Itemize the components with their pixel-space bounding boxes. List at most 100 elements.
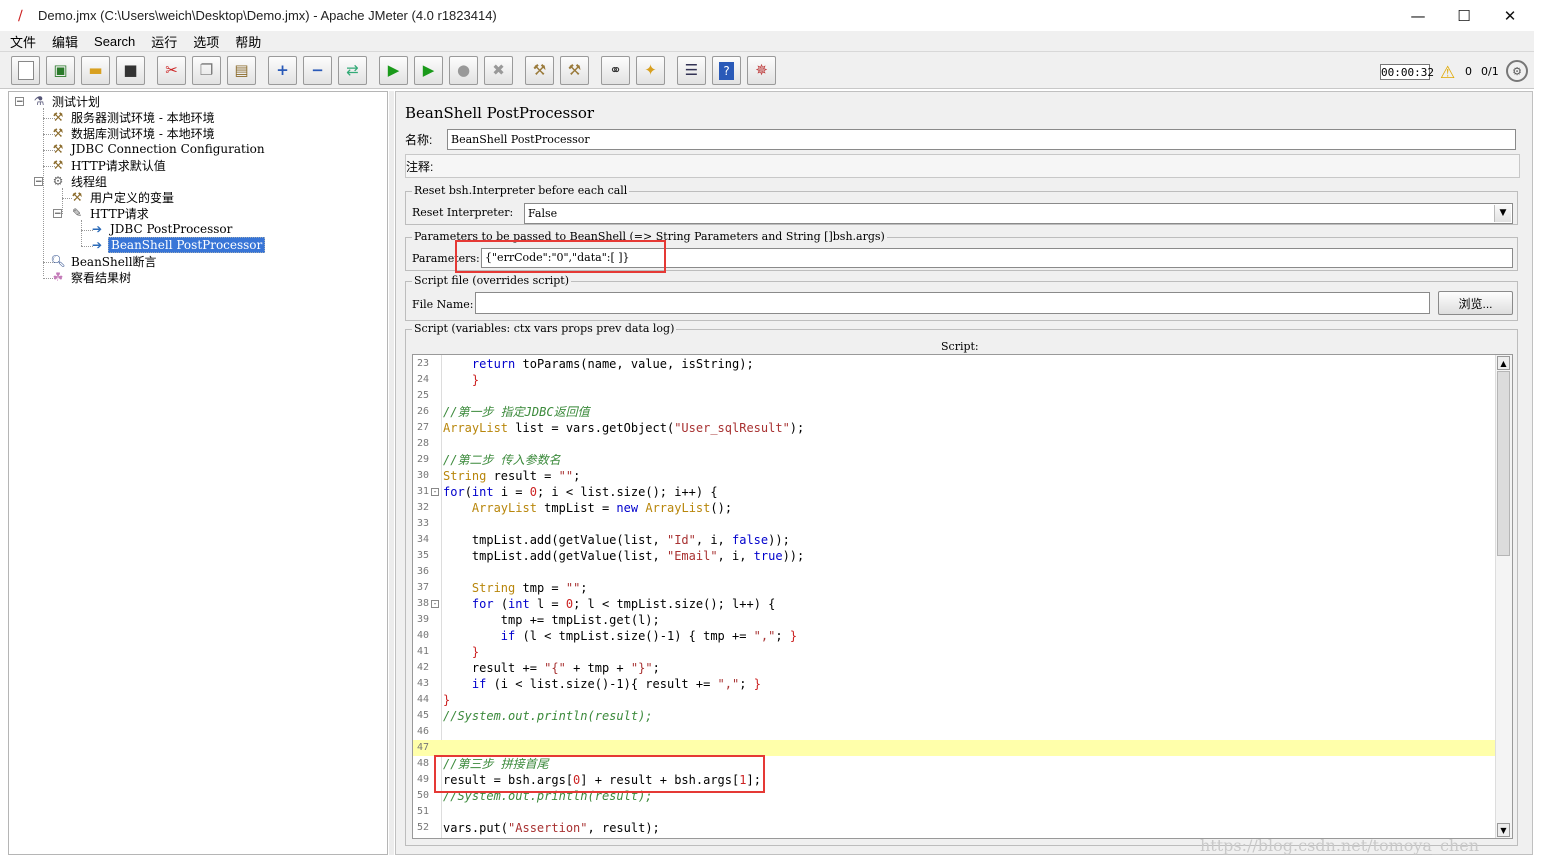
start-no-pauses-icon[interactable]: ▶	[414, 56, 443, 85]
tree-item-results-tree[interactable]: ☘ 察看结果树	[50, 269, 133, 285]
code-line[interactable]: 31- for(int i = 0; i < list.size(); i++) …	[413, 484, 1495, 500]
help-icon[interactable]: ?	[712, 56, 741, 85]
open-icon[interactable]: ▬	[81, 56, 110, 85]
maximize-button[interactable]: ☐	[1441, 0, 1487, 31]
code-line[interactable]: 40 if (l < tmpList.size()-1) { tmp += ",…	[413, 628, 1495, 644]
code-line[interactable]: 45 //System.out.println(result);	[413, 708, 1495, 724]
tree-item-jdbc-connection[interactable]: ⚒ JDBC Connection Configuration	[50, 141, 267, 157]
code-line[interactable]: 27 ArrayList list = vars.getObject("User_…	[413, 420, 1495, 436]
code-line[interactable]: 38- for (int l = 0; l < tmpList.size(); …	[413, 596, 1495, 612]
code-text: tmpList.add(getValue(list, "Email", i, t…	[443, 549, 805, 563]
file-name-input[interactable]	[475, 292, 1430, 314]
search-icon[interactable]: ⚭	[601, 56, 630, 85]
chevron-down-icon[interactable]: ▼	[1494, 205, 1511, 222]
comment-field[interactable]	[448, 156, 1519, 176]
pane-splitter[interactable]	[389, 91, 394, 855]
remote-icon[interactable]: ✵	[747, 56, 776, 85]
line-number: 43	[417, 678, 430, 689]
code-line[interactable]: 25	[413, 388, 1495, 404]
script-editor[interactable]: 23 return toParams(name, value, isString…	[412, 354, 1513, 839]
tree-item-db-config[interactable]: ⚒ 数据库测试环境 - 本地环境	[50, 125, 217, 141]
tree-item-test-plan[interactable]: ⚗ 测试计划	[31, 93, 102, 109]
tree-item-http-request[interactable]: ✎ HTTP请求	[69, 205, 151, 221]
scroll-down-icon[interactable]: ▼	[1497, 823, 1510, 837]
menu-options[interactable]: 选项	[191, 32, 221, 51]
comment-label: 注释:	[406, 159, 434, 174]
warning-icon[interactable]: ⚠	[1440, 63, 1455, 83]
name-field[interactable]: BeanShell PostProcessor	[447, 129, 1516, 150]
code-line[interactable]: 50 //System.out.println(result);	[413, 788, 1495, 804]
code-line[interactable]: 51	[413, 804, 1495, 820]
code-line[interactable]: 26 //第一步 指定JDBC返回值	[413, 404, 1495, 420]
code-line[interactable]: 39 tmp += tmpList.get(l);	[413, 612, 1495, 628]
shutdown-icon[interactable]: ✖	[484, 56, 513, 85]
code-line[interactable]: 48 //第三步 拼接首尾	[413, 756, 1495, 772]
fold-toggle-icon[interactable]: -	[431, 488, 439, 496]
code-line[interactable]: 47	[413, 740, 1495, 756]
cut-icon[interactable]: ✂	[157, 56, 186, 85]
browse-button[interactable]: 浏览...	[1438, 291, 1513, 315]
reset-search-icon[interactable]: ✦	[636, 56, 665, 85]
code-line[interactable]: 35 tmpList.add(getValue(list, "Email", i…	[413, 548, 1495, 564]
scroll-up-icon[interactable]: ▲	[1497, 356, 1510, 370]
tree-collapse-toggle[interactable]: −	[15, 97, 24, 107]
tree-collapse-toggle[interactable]: −	[53, 209, 62, 219]
menu-file[interactable]: 文件	[8, 32, 38, 51]
code-line[interactable]: 33	[413, 516, 1495, 532]
editor-scrollbar[interactable]: ▲ ▼	[1495, 355, 1512, 838]
tree-item-http-defaults[interactable]: ⚒ HTTP请求默认值	[50, 157, 168, 173]
copy-icon[interactable]: ❐	[192, 56, 221, 85]
file-name-label: File Name:	[412, 298, 474, 311]
code-line[interactable]: 28	[413, 436, 1495, 452]
clear-all-icon[interactable]: ⚒	[560, 56, 589, 85]
collapse-icon[interactable]: −	[303, 56, 332, 85]
line-number: 41	[417, 646, 430, 657]
code-line[interactable]: 32 ArrayList tmpList = new ArrayList();	[413, 500, 1495, 516]
code-line[interactable]: 24 }	[413, 372, 1495, 388]
code-line[interactable]: 52 vars.put("Assertion", result);	[413, 820, 1495, 836]
menu-run[interactable]: 运行	[149, 32, 179, 51]
expand-icon[interactable]: +	[268, 56, 297, 85]
code-line[interactable]: 30 String result = "";	[413, 468, 1495, 484]
code-line[interactable]: 34 tmpList.add(getValue(list, "Id", i, f…	[413, 532, 1495, 548]
tree-item-server-config[interactable]: ⚒ 服务器测试环境 - 本地环境	[50, 109, 217, 125]
reset-interpreter-select[interactable]: False ▼	[524, 203, 1513, 224]
close-button[interactable]: ✕	[1487, 0, 1533, 31]
parameters-input[interactable]: {"errCode":"0","data":[ ]}	[481, 248, 1513, 268]
menu-search[interactable]: Search	[92, 34, 137, 49]
toggle-icon[interactable]: ⇄	[338, 56, 367, 85]
tree-collapse-toggle[interactable]: −	[34, 177, 43, 187]
tree-item-thread-group[interactable]: ⚙ 线程组	[50, 173, 109, 189]
code-text: if (l < tmpList.size()-1) { tmp += ","; …	[500, 629, 798, 643]
stop-icon[interactable]: ●	[449, 56, 478, 85]
templates-icon[interactable]: ▣	[46, 56, 75, 85]
code-line[interactable]: 42 result += "{" + tmp + "}";	[413, 660, 1495, 676]
fold-toggle-icon[interactable]: -	[431, 600, 439, 608]
tree-item-beanshell-assertion[interactable]: 🔍︎ BeanShell断言	[50, 253, 159, 269]
clear-icon[interactable]: ⚒	[525, 56, 554, 85]
tree-item-user-variables[interactable]: ⚒ 用户定义的变量	[69, 189, 176, 205]
tree-item-beanshell-postprocessor[interactable]: ➔ BeanShell PostProcessor	[89, 237, 266, 253]
code-line[interactable]: 23 return toParams(name, value, isString…	[413, 356, 1495, 372]
start-icon[interactable]: ▶	[379, 56, 408, 85]
line-number: 26	[417, 406, 430, 417]
code-line[interactable]: 37 String tmp = "";	[413, 580, 1495, 596]
code-line[interactable]: 49 result = bsh.args[0] + result + bsh.ar…	[413, 772, 1495, 788]
code-line[interactable]: 29 //第二步 传入参数名	[413, 452, 1495, 468]
function-helper-icon[interactable]: ☰	[677, 56, 706, 85]
code-line[interactable]: 44}	[413, 692, 1495, 708]
code-line[interactable]: 46	[413, 724, 1495, 740]
minimize-button[interactable]: —	[1395, 0, 1441, 31]
new-icon[interactable]	[11, 56, 40, 85]
tree-item-label: 数据库测试环境 - 本地环境	[71, 126, 215, 141]
save-icon[interactable]: ■	[116, 56, 145, 85]
tree-item-jdbc-postprocessor[interactable]: ➔ JDBC PostProcessor	[89, 221, 234, 237]
scroll-thumb[interactable]	[1497, 371, 1510, 556]
name-label: 名称:	[405, 133, 433, 147]
menu-edit[interactable]: 编辑	[50, 32, 80, 51]
code-line[interactable]: 43 if (i < list.size()-1){ result += ","…	[413, 676, 1495, 692]
code-line[interactable]: 41 }	[413, 644, 1495, 660]
code-line[interactable]: 36	[413, 564, 1495, 580]
paste-icon[interactable]: ▤	[227, 56, 256, 85]
menu-help[interactable]: 帮助	[233, 32, 263, 51]
